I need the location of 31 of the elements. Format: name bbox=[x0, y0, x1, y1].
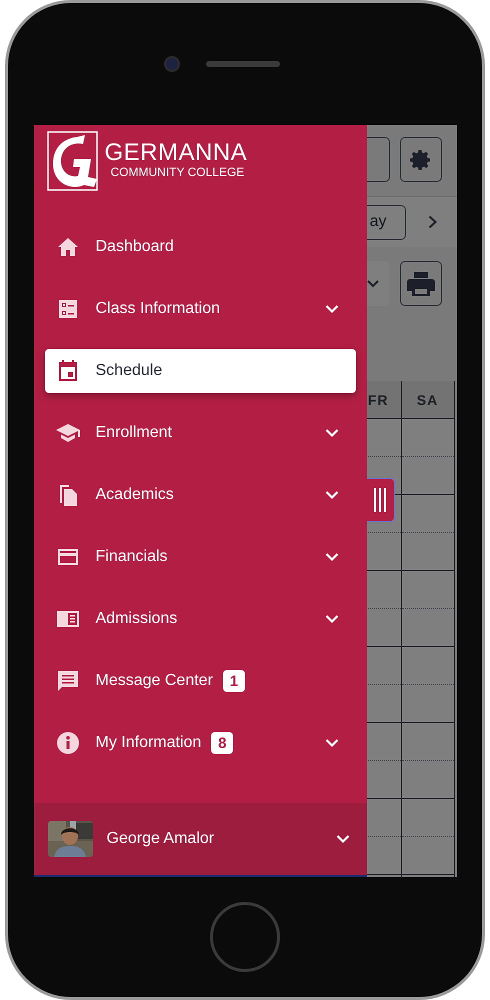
grip-icon bbox=[373, 487, 387, 513]
time-slot-cell bbox=[402, 419, 454, 457]
printer-icon bbox=[406, 270, 434, 296]
menu-item[interactable]: Admissions bbox=[44, 597, 356, 641]
time-slot-cell bbox=[402, 571, 454, 609]
graduation-cap-icon bbox=[56, 421, 80, 445]
day-column-header: SA bbox=[402, 381, 454, 419]
menu-item[interactable]: My Information 8 bbox=[44, 721, 356, 765]
time-slot-cell bbox=[402, 723, 454, 761]
user-menu[interactable]: George Amalor bbox=[34, 803, 366, 875]
chevron-down-icon bbox=[366, 280, 378, 288]
menu-item[interactable]: Academics bbox=[44, 473, 356, 517]
time-slot-cell bbox=[402, 495, 454, 533]
settings-button[interactable] bbox=[400, 137, 442, 182]
logo-subtitle: COMMUNITY COLLEGE bbox=[110, 165, 246, 179]
home-icon bbox=[56, 235, 80, 259]
time-slot-cell bbox=[402, 799, 454, 837]
chat-icon bbox=[56, 669, 80, 693]
count-badge: 8 bbox=[211, 732, 234, 754]
info-icon bbox=[56, 731, 80, 755]
logo-name: GERMANNA bbox=[104, 141, 248, 165]
menu-item[interactable]: Class Information bbox=[44, 287, 356, 331]
menu-item[interactable]: Financials bbox=[44, 535, 356, 579]
menu-item[interactable]: Message Center 1 bbox=[44, 659, 356, 703]
drawer-handle[interactable] bbox=[366, 478, 394, 522]
time-slot-cell bbox=[402, 647, 454, 685]
print-button[interactable] bbox=[400, 261, 442, 306]
camera-icon bbox=[164, 56, 180, 72]
menu-item[interactable]: Schedule bbox=[44, 349, 356, 393]
settings-icon bbox=[408, 148, 432, 172]
count-badge: 1 bbox=[222, 670, 245, 692]
